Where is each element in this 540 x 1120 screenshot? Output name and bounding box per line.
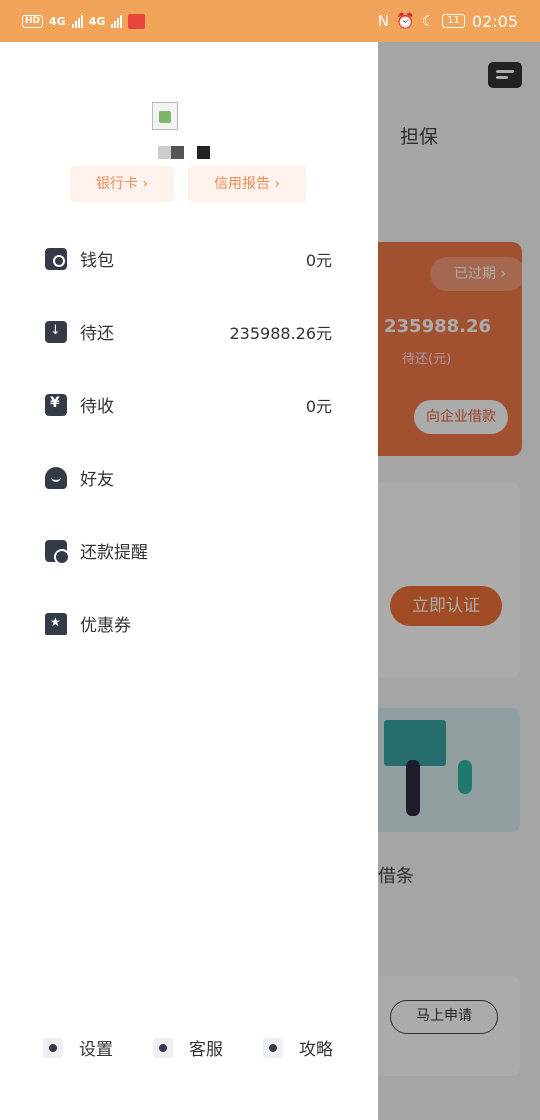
status-right: N ⏰ ☾ 11 02:05 bbox=[378, 12, 518, 31]
menu-item-repayment-reminder[interactable]: 还款提醒 bbox=[0, 514, 378, 587]
side-drawer: 银行卡 › 信用报告 › 钱包 0元 待还 235988.26元 待收 0元 好… bbox=[0, 42, 378, 1120]
network-type-1: 4G bbox=[49, 14, 66, 28]
settings-icon bbox=[43, 1037, 63, 1058]
bottom-label: 攻略 bbox=[299, 1040, 333, 1060]
guide-icon bbox=[263, 1037, 283, 1058]
hd-icon: HD bbox=[22, 14, 44, 28]
menu-value: 0元 bbox=[305, 396, 332, 416]
menu-label: 钱包 bbox=[80, 251, 114, 271]
moon-icon: ☾ bbox=[421, 12, 436, 30]
signal-icon-2 bbox=[111, 14, 123, 28]
settings-button[interactable]: 设置 bbox=[43, 1035, 113, 1060]
customer-service-button[interactable]: 客服 bbox=[153, 1035, 223, 1060]
repay-icon bbox=[45, 320, 67, 343]
friend-icon bbox=[45, 466, 67, 489]
username-masked bbox=[158, 146, 210, 159]
guide-button[interactable]: 攻略 bbox=[263, 1035, 333, 1060]
nfc-icon: N bbox=[377, 12, 390, 30]
bank-card-button[interactable]: 银行卡 › bbox=[70, 166, 175, 202]
app-notification-icon bbox=[128, 13, 146, 29]
receive-icon bbox=[45, 393, 67, 416]
wallet-icon bbox=[45, 247, 67, 270]
menu-item-to-receive[interactable]: 待收 0元 bbox=[0, 368, 378, 441]
quick-links: 银行卡 › 信用报告 › bbox=[70, 166, 307, 202]
clock: 02:05 bbox=[471, 11, 518, 31]
menu-label: 待收 bbox=[80, 397, 114, 417]
signal-icon bbox=[71, 14, 83, 28]
menu-label: 好友 bbox=[80, 470, 114, 490]
drawer-bottom-bar: 设置 客服 攻略 bbox=[0, 1035, 378, 1060]
battery-icon: 11 bbox=[442, 14, 465, 28]
drawer-menu: 钱包 0元 待还 235988.26元 待收 0元 好友 还款提醒 优惠券 bbox=[0, 222, 378, 660]
menu-label: 待还 bbox=[80, 324, 114, 344]
coupon-icon bbox=[45, 612, 67, 635]
reminder-icon bbox=[45, 539, 70, 565]
avatar[interactable] bbox=[152, 102, 178, 130]
menu-item-wallet[interactable]: 钱包 0元 bbox=[0, 222, 378, 295]
bottom-label: 客服 bbox=[189, 1040, 223, 1060]
menu-value: 0元 bbox=[305, 250, 332, 270]
menu-label: 还款提醒 bbox=[80, 543, 148, 563]
alarm-icon: ⏰ bbox=[396, 12, 415, 30]
menu-item-friends[interactable]: 好友 bbox=[0, 441, 378, 514]
menu-item-to-repay[interactable]: 待还 235988.26元 bbox=[0, 295, 378, 368]
menu-value: 235988.26元 bbox=[229, 323, 332, 343]
status-bar: HD 4G 4G N ⏰ ☾ 11 02:05 bbox=[0, 0, 540, 42]
bottom-label: 设置 bbox=[79, 1040, 113, 1060]
menu-item-coupons[interactable]: 优惠券 bbox=[0, 587, 378, 660]
status-left: HD 4G 4G bbox=[22, 13, 146, 29]
network-type-2: 4G bbox=[88, 14, 106, 28]
menu-label: 优惠券 bbox=[80, 616, 131, 636]
credit-report-button[interactable]: 信用报告 › bbox=[188, 166, 307, 202]
headset-icon bbox=[153, 1037, 173, 1058]
